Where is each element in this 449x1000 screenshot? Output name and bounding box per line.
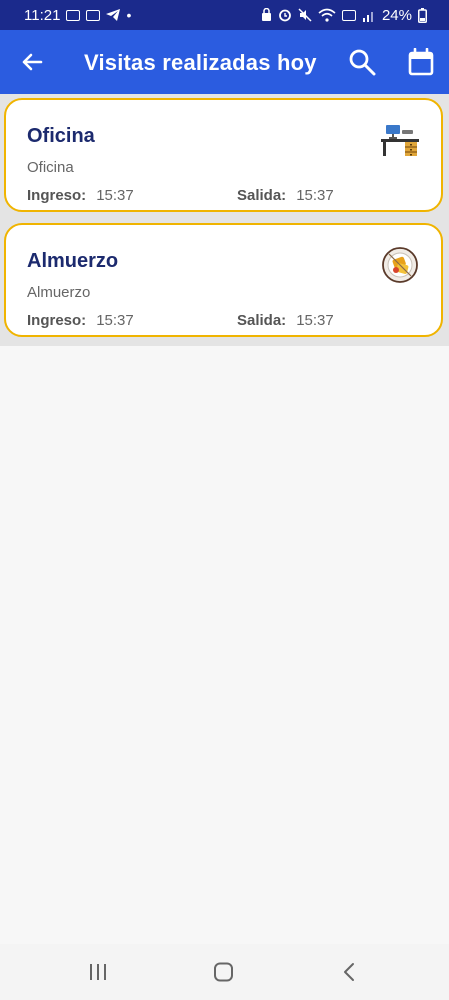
system-nav-bar [0,944,449,1000]
dot-icon: • [126,7,132,23]
signal-icon [362,11,373,22]
check-in-time: 15:37 [96,312,134,329]
visit-description: Oficina [27,159,74,176]
app-bar: Visitas realizadas hoy [0,30,449,94]
status-time: 11:21 [24,6,61,24]
visit-description: Almuerzo [27,284,91,301]
calendar-icon[interactable] [408,48,434,76]
status-right: 24% [261,7,427,24]
alarm-icon [279,9,291,22]
visit-check-out: Salida: 15:37 [237,312,334,329]
visit-name: Oficina [27,125,95,147]
network-icon [341,9,356,21]
notification-icon [86,9,101,21]
lock-icon [261,8,271,21]
check-out-time: 15:37 [296,312,334,329]
notification-icon [66,9,81,21]
visit-check-in: Ingreso: 15:37 [27,312,134,329]
page-title: Visitas realizadas hoy [84,50,317,75]
wifi-icon [318,8,336,22]
check-in-label: Ingreso: [27,187,87,204]
battery-text: 24% [381,6,412,24]
home-icon[interactable] [213,962,235,982]
mute-icon [298,8,312,22]
check-in-time: 15:37 [96,187,134,204]
visit-card[interactable]: Almuerzo Almuerzo Ingreso: 15:37 Salida: 1… [4,223,443,337]
back-arrow-icon[interactable] [20,50,44,74]
back-icon[interactable] [341,962,357,982]
check-out-time: 15:37 [296,187,334,204]
status-bar: 11:21 • 24% [0,0,449,30]
visit-name: Almuerzo [27,250,119,272]
check-out-label: Salida: [237,312,287,329]
visit-card[interactable]: Oficina Oficina Ingreso: 15:37 Salida: 15:… [4,98,443,212]
desk-icon [381,125,419,156]
search-icon[interactable] [348,48,376,76]
status-left: 11:21 • [24,7,131,24]
telegram-icon [106,9,121,21]
check-out-label: Salida: [237,187,287,204]
battery-icon [418,7,427,23]
lunch-icon [382,247,418,283]
recent-apps-icon[interactable] [88,962,108,982]
visit-check-out: Salida: 15:37 [237,187,334,204]
check-in-label: Ingreso: [27,312,87,329]
visit-check-in: Ingreso: 15:37 [27,187,134,204]
